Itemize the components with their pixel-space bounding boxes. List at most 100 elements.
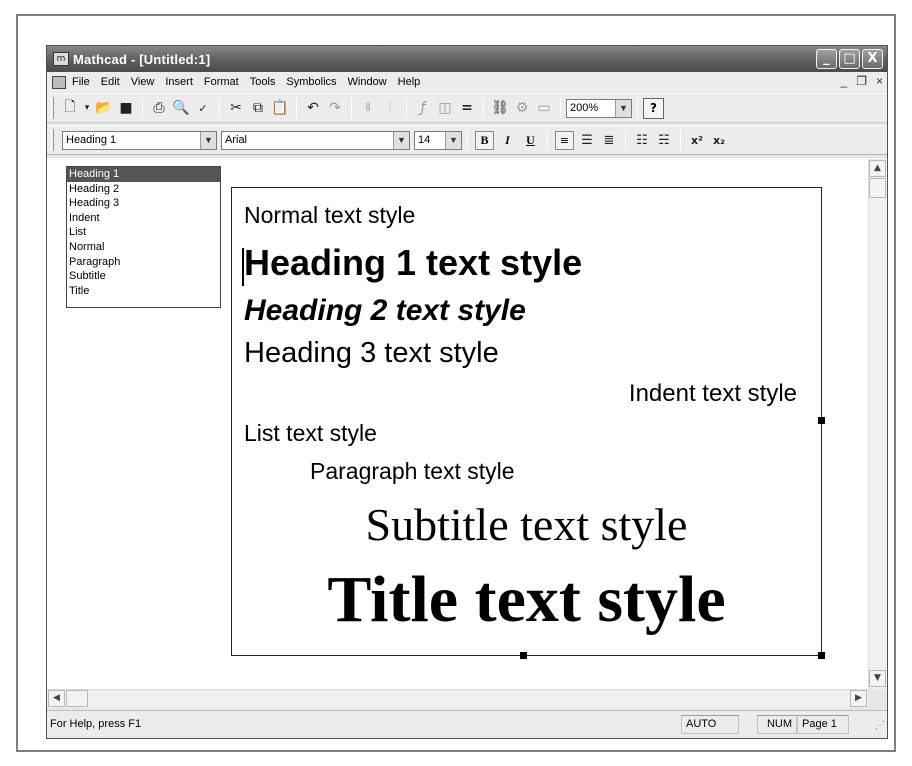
doc-close-button[interactable]: ×	[876, 74, 883, 88]
style-option-indent[interactable]: Indent	[67, 211, 220, 226]
bold-button[interactable]: B	[475, 130, 494, 150]
menu-window[interactable]: Window	[348, 76, 387, 88]
minimize-button[interactable]: _	[816, 49, 837, 69]
toolbar-separator	[296, 98, 297, 118]
align-right-icon[interactable]: ≣	[599, 130, 619, 150]
resize-handle-bottom[interactable]	[520, 652, 527, 659]
close-button[interactable]: X	[862, 49, 883, 69]
copy-icon[interactable]: ⧉	[248, 98, 268, 118]
toolbar-grip[interactable]	[51, 97, 54, 119]
heading3-style-line[interactable]: Heading 3 text style	[244, 337, 499, 370]
menu-tools[interactable]: Tools	[250, 76, 276, 88]
style-select[interactable]: Heading 1 ▼	[62, 130, 217, 150]
status-num-lock: NUM	[757, 715, 797, 734]
toolbar-separator	[351, 98, 352, 118]
insert-function-icon[interactable]: ƒ	[413, 98, 433, 118]
numbered-list-icon[interactable]: ☵	[654, 130, 674, 150]
menu-file[interactable]: File	[72, 76, 90, 88]
redo-icon[interactable]: ↷	[325, 98, 345, 118]
menu-insert[interactable]: Insert	[165, 76, 193, 88]
new-document-icon[interactable]: 🗋	[60, 98, 80, 118]
toolbar-separator	[142, 98, 143, 118]
print-icon[interactable]: ⎙	[149, 98, 169, 118]
style-option-normal[interactable]: Normal	[67, 240, 220, 255]
maximize-button[interactable]: □	[839, 49, 860, 69]
insert-component-icon[interactable]: ⚙	[512, 98, 532, 118]
menu-help[interactable]: Help	[398, 76, 421, 88]
horizontal-scrollbar[interactable]: ◀ ▶	[47, 689, 869, 708]
font-select[interactable]: Arial ▼	[221, 130, 410, 150]
doc-restore-button[interactable]: ❐	[856, 74, 867, 88]
zoom-value: 200%	[570, 101, 599, 114]
style-option-heading-1[interactable]: Heading 1	[67, 167, 220, 182]
style-option-list[interactable]: List	[67, 225, 220, 240]
subtitle-style-line[interactable]: Subtitle text style	[232, 498, 821, 551]
doc-minimize-button[interactable]: _	[841, 74, 848, 88]
toolbar-separator	[625, 130, 626, 150]
vertical-scroll-thumb[interactable]	[869, 178, 886, 198]
undo-icon[interactable]: ↶	[303, 98, 323, 118]
menu-view[interactable]: View	[131, 76, 155, 88]
save-disk-icon[interactable]: ■	[116, 98, 136, 118]
calculate-equals-icon[interactable]: =	[457, 98, 477, 118]
style-option-paragraph[interactable]: Paragraph	[67, 255, 220, 270]
toolbar-separator	[560, 98, 561, 118]
chevron-down-icon[interactable]: ▼	[393, 131, 409, 149]
heading1-style-line[interactable]: Heading 1 text style	[244, 242, 582, 284]
style-option-heading-3[interactable]: Heading 3	[67, 196, 220, 211]
chevron-down-icon[interactable]: ▼	[615, 99, 631, 117]
style-option-heading-2[interactable]: Heading 2	[67, 182, 220, 197]
print-preview-icon[interactable]: 🔍	[171, 98, 191, 118]
document-icon[interactable]	[52, 75, 66, 89]
toolbar-grip[interactable]	[51, 129, 54, 151]
italic-button[interactable]: I	[498, 131, 517, 150]
subscript-button[interactable]: x₂	[709, 130, 729, 150]
heading2-style-line[interactable]: Heading 2 text style	[244, 294, 526, 328]
indent-style-line[interactable]: Indent text style	[629, 380, 797, 408]
chevron-down-icon[interactable]: ▼	[445, 131, 461, 149]
superscript-button[interactable]: x²	[687, 130, 707, 150]
help-button[interactable]: ?	[643, 97, 664, 119]
run-script-icon[interactable]: ▭	[534, 98, 554, 118]
mathcad-app-icon[interactable]: m	[53, 52, 69, 66]
style-option-title[interactable]: Title	[67, 284, 220, 299]
status-page-number: Page 1	[797, 715, 849, 734]
align-across-icon[interactable]: ⫴	[358, 98, 378, 118]
menu-format[interactable]: Format	[204, 76, 239, 88]
text-region[interactable]: Normal text style Heading 1 text style H…	[231, 187, 825, 659]
vertical-scrollbar[interactable]: ▲ ▼	[868, 158, 887, 689]
toolbar-separator	[219, 98, 220, 118]
status-help-text: For Help, press F1	[50, 718, 142, 730]
scroll-right-arrow-icon[interactable]: ▶	[850, 690, 867, 707]
menu-edit[interactable]: Edit	[101, 76, 120, 88]
normal-style-line[interactable]: Normal text style	[244, 202, 415, 229]
resize-handle-corner[interactable]	[818, 652, 825, 659]
insert-hyperlink-icon[interactable]: ⛓	[490, 98, 510, 118]
style-option-subtitle[interactable]: Subtitle	[67, 269, 220, 284]
underline-button[interactable]: U	[521, 131, 540, 150]
spell-check-icon[interactable]: ✓	[193, 98, 213, 118]
horizontal-scroll-thumb[interactable]	[66, 690, 88, 707]
scroll-down-arrow-icon[interactable]: ▼	[869, 670, 886, 687]
zoom-select[interactable]: 200% ▼	[566, 98, 632, 118]
bullet-list-icon[interactable]: ☷	[632, 130, 652, 150]
scroll-up-arrow-icon[interactable]: ▲	[869, 160, 886, 177]
title-style-line[interactable]: Title text style	[232, 562, 821, 638]
paragraph-style-line[interactable]: Paragraph text style	[310, 458, 515, 485]
cut-scissors-icon[interactable]: ✂	[226, 98, 246, 118]
new-dropdown-chevron-icon[interactable]: ▾	[82, 98, 92, 118]
menu-symbolics[interactable]: Symbolics	[286, 76, 336, 88]
align-down-icon[interactable]: ⫶	[380, 98, 400, 118]
title-bar[interactable]: m Mathcad - [Untitled:1] _ □ X	[47, 46, 887, 72]
list-style-line[interactable]: List text style	[244, 420, 377, 447]
paste-icon[interactable]: 📋	[270, 98, 290, 118]
align-center-icon[interactable]: ☰	[577, 130, 597, 150]
resize-handle-right[interactable]	[818, 417, 825, 424]
open-folder-icon[interactable]: 📂	[94, 98, 114, 118]
font-size-select[interactable]: 14 ▼	[414, 130, 462, 150]
insert-unit-icon[interactable]: ◫	[435, 98, 455, 118]
scroll-left-arrow-icon[interactable]: ◀	[48, 690, 65, 707]
chevron-down-icon[interactable]: ▼	[200, 131, 216, 149]
resize-grip-icon[interactable]: ⋰	[875, 720, 885, 731]
align-left-icon[interactable]: ≡	[555, 130, 574, 150]
